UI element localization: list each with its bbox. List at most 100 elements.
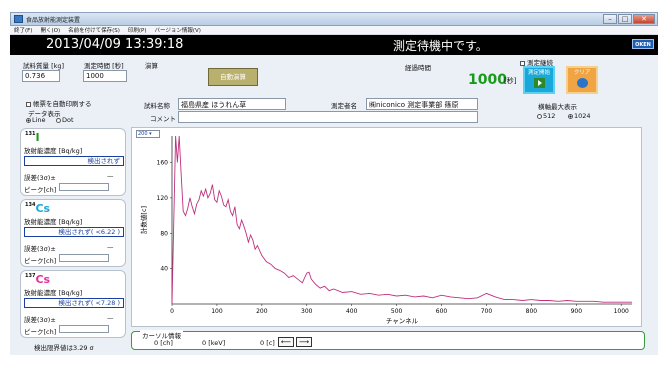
sample-name-input[interactable]: 福島県産 ほうれん草: [178, 98, 286, 110]
isotope-element: Cs: [35, 273, 51, 286]
checkbox-icon: [26, 101, 31, 107]
isotope-mass: 137: [25, 273, 36, 279]
error-value: —: [107, 172, 114, 180]
cursor-info-panel: カーソル情報 0 [ch] 0 [keV] 0 [c] ⟵ ⟶: [131, 330, 645, 350]
arrow-right-icon: ⟶: [298, 338, 310, 346]
auto-print-label: 帳票を自動印刷する: [33, 100, 92, 108]
x-axis-label: チャンネル: [386, 317, 419, 325]
radio-icon: [26, 117, 31, 123]
peak-field[interactable]: [59, 254, 109, 262]
menu-item-version[interactable]: バージョン情報(V): [155, 26, 201, 34]
error-label: 誤差(3σ)±: [24, 316, 56, 324]
radio-icon: [56, 117, 61, 123]
isotope-panel-cs134: 134Cs 放射能濃度 [Bq/kg] 検出されず( <6.22 ) 誤差(3σ…: [20, 199, 126, 267]
isotope-element: I: [35, 131, 40, 144]
comment-input[interactable]: [178, 111, 478, 123]
spectrum-chart: 0 100 200 300 400 500 600 700 800 900 1000 40 80 120 1…: [131, 127, 642, 327]
x-tick-label: 900: [571, 308, 583, 315]
cursor-right-button[interactable]: ⟶: [296, 337, 312, 347]
calc-label: 演算: [145, 62, 158, 70]
x-tick-label: 0: [170, 308, 174, 315]
menu-item-save-as[interactable]: 名前を付けて保存(S): [68, 26, 120, 34]
concentration-label: 放射能濃度 [Bq/kg]: [24, 289, 83, 297]
axis-512-label: 512: [543, 112, 556, 120]
concentration-result: 検出されず( <6.22 ): [24, 227, 124, 237]
peak-label: ピーク[ch]: [24, 328, 57, 336]
x-tick-label: 200: [256, 308, 268, 315]
menu-item-print[interactable]: 印刷(P): [128, 26, 147, 34]
dot-radio[interactable]: Dot: [56, 116, 74, 124]
isotope-symbol: 131I: [25, 131, 40, 144]
x-tick-label: 500: [391, 308, 403, 315]
menu-bar: 終了(F) 開く(O) 名前を付けて保存(S) 印刷(P) バージョン情報(V): [10, 26, 658, 35]
radio-icon: [537, 113, 542, 119]
concentration-result: 検出されず: [24, 156, 124, 166]
weight-input[interactable]: 0.736: [22, 70, 60, 82]
clear-button[interactable]: クリア: [566, 66, 598, 94]
y-tick-label: 160: [157, 160, 169, 167]
datetime-display: 2013/04/09 13:39:18: [46, 37, 184, 52]
concentration-label: 放射能濃度 [Bq/kg]: [24, 147, 83, 155]
menu-item-exit[interactable]: 終了(F): [14, 26, 32, 34]
y-tick-label: 40: [160, 266, 168, 273]
y-tick-label: 80: [160, 230, 168, 237]
isotope-panel-cs137: 137Cs 放射能濃度 [Bq/kg] 検出されず( <7.28 ) 誤差(3σ…: [20, 270, 126, 338]
peak-field[interactable]: [59, 183, 109, 191]
close-button[interactable]: ✕: [633, 14, 655, 24]
scale-select[interactable]: 200 ▾: [136, 130, 160, 138]
weight-label: 試料質量 [kg]: [23, 62, 65, 70]
detection-limit-text: 検出限界値は3.29 σ: [34, 344, 94, 352]
menu-item-open[interactable]: 開く(O): [40, 26, 60, 34]
x-tick-label: 100: [211, 308, 223, 315]
app-icon: [14, 15, 23, 23]
start-label: 測定開始: [527, 70, 550, 76]
comment-label: コメント: [150, 115, 176, 123]
arrow-left-icon: ⟵: [280, 338, 292, 346]
elapsed-value: 1000: [468, 72, 507, 88]
x-tick-label: 600: [436, 308, 448, 315]
start-button[interactable]: 測定開始: [523, 66, 555, 94]
error-label: 誤差(3σ)±: [24, 174, 56, 182]
cursor-count: 0 [c]: [260, 339, 275, 347]
status-text: 測定待機中です。: [393, 39, 488, 53]
minimize-button[interactable]: –: [603, 14, 617, 24]
isotope-symbol: 137Cs: [25, 273, 50, 286]
auto-print-checkbox[interactable]: 帳票を自動印刷する: [26, 98, 92, 108]
cursor-kev: 0 [keV]: [202, 339, 226, 347]
play-icon: [533, 78, 545, 88]
spectrum-chart-svg: 0 100 200 300 400 500 600 700 800 900 1000 40 80 120 1…: [139, 135, 632, 325]
y-axis-label: 計数値[c]: [139, 206, 148, 234]
isotope-panel-i131: 131I 放射能濃度 [Bq/kg] 検出されず 誤差(3σ)± — ピーク[c…: [20, 128, 126, 196]
x-tick-label: 400: [346, 308, 358, 315]
axis-1024-radio[interactable]: 1024: [568, 112, 591, 120]
y-tick-label: 120: [157, 195, 169, 202]
radio-icon: [568, 113, 573, 119]
spectrum-line: [171, 135, 632, 305]
x-tick-label: 700: [481, 308, 493, 315]
auto-calc-button[interactable]: 自動演算: [208, 68, 258, 86]
operator-input[interactable]: ㈱niconico 測定事業部 篠原: [366, 98, 478, 110]
maximize-button[interactable]: □: [618, 14, 632, 24]
cursor-left-button[interactable]: ⟵: [278, 337, 294, 347]
time-input[interactable]: 1000: [83, 70, 127, 82]
axis-max-label: 横軸最大表示: [538, 103, 577, 111]
isotope-mass: 134: [25, 202, 36, 208]
isotope-mass: 131: [25, 131, 36, 137]
isotope-symbol: 134Cs: [25, 202, 50, 215]
x-tick-label: 1000: [614, 308, 629, 315]
refresh-icon: [576, 78, 588, 88]
time-label: 測定時間 [秒]: [84, 62, 124, 70]
peak-field[interactable]: [59, 325, 109, 333]
axis-512-radio[interactable]: 512: [537, 112, 555, 120]
error-value: —: [107, 243, 114, 251]
isotope-element: Cs: [35, 202, 51, 215]
line-label: Line: [32, 116, 46, 124]
checkbox-icon: [520, 60, 525, 66]
status-header: 2013/04/09 13:39:18 測定待機中です。 OKEN: [10, 35, 658, 55]
error-label: 誤差(3σ)±: [24, 245, 56, 253]
brand-logo: OKEN: [632, 39, 654, 49]
operator-label: 測定者名: [331, 102, 357, 110]
line-radio[interactable]: Line: [26, 116, 46, 124]
window-title: 食品放射能測定装置: [26, 16, 81, 24]
clear-label: クリア: [573, 70, 591, 76]
